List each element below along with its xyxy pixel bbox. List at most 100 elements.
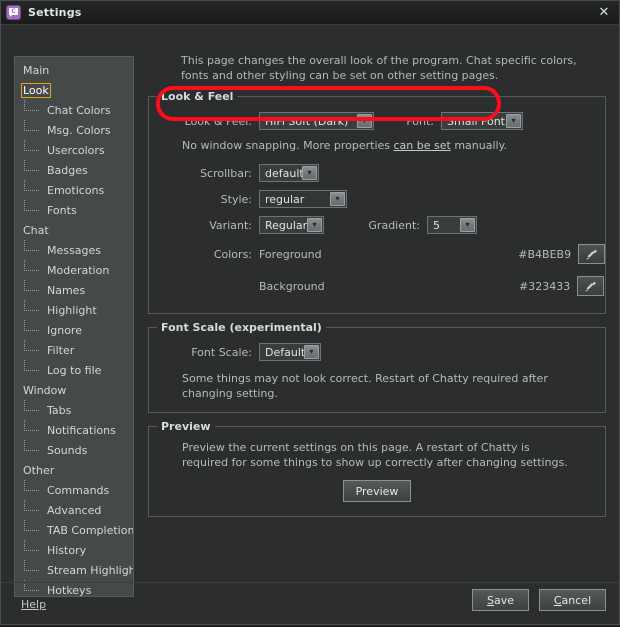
- sidebar-item-label: Usercolors: [47, 143, 105, 157]
- preview-note: Preview the current settings on this pag…: [182, 441, 568, 469]
- group-title-look-and-feel: Look & Feel: [157, 90, 238, 103]
- sidebar-item-label: Names: [47, 283, 86, 297]
- sidebar-item-label: Chat: [23, 223, 49, 237]
- save-label-rest: ave: [493, 593, 514, 607]
- eyedropper-icon: [585, 281, 597, 291]
- chevron-down-icon: ▾: [307, 218, 322, 232]
- snapping-note-prefix: No window snapping. More properties: [182, 138, 394, 152]
- font-select[interactable]: Small Font ▾: [441, 112, 523, 130]
- sidebar-item-label: Main: [23, 63, 50, 77]
- sidebar-item-label: Advanced: [47, 503, 102, 517]
- background-color-picker-button[interactable]: [577, 276, 605, 296]
- sidebar-item-stream-highlights[interactable]: Stream Highlights: [15, 559, 133, 580]
- chatty-logo-letter: C: [11, 8, 16, 15]
- sidebar-item-commands[interactable]: Commands: [15, 479, 133, 500]
- settings-page-look: This page changes the overall look of th…: [148, 53, 606, 530]
- sidebar-item-usercolors[interactable]: Usercolors: [15, 139, 133, 160]
- sidebar-item-highlight[interactable]: Highlight: [15, 299, 133, 320]
- group-title-font-scale: Font Scale (experimental): [157, 321, 326, 334]
- cancel-button[interactable]: Cancel: [539, 589, 606, 611]
- save-button[interactable]: Save: [472, 589, 529, 611]
- tree-connector-icon: [22, 539, 45, 557]
- sidebar-item-tabs[interactable]: Tabs: [15, 399, 133, 420]
- sidebar-item-fonts[interactable]: Fonts: [15, 199, 133, 220]
- sidebar-item-main[interactable]: Main: [15, 60, 133, 80]
- group-preview: Preview Preview the current settings on …: [148, 420, 606, 517]
- cancel-label-rest: ancel: [561, 593, 592, 607]
- tree-connector-icon: [22, 419, 45, 437]
- sidebar-item-window[interactable]: Window: [15, 380, 133, 400]
- style-value: regular: [265, 192, 305, 206]
- sidebar-item-filter[interactable]: Filter: [15, 339, 133, 360]
- sidebar-item-label: Fonts: [47, 203, 77, 217]
- sidebar-item-label: Chat Colors: [47, 103, 111, 117]
- chevron-down-icon: ▾: [357, 114, 372, 128]
- group-look-and-feel: Look & Feel Look & Feel: HiFi Soft (Dark…: [148, 90, 606, 314]
- chatty-logo-icon: C: [6, 5, 21, 20]
- page-description: This page changes the overall look of th…: [181, 54, 577, 82]
- sidebar-item-look[interactable]: Look: [15, 80, 133, 100]
- sidebar-item-emoticons[interactable]: Emoticons: [15, 179, 133, 200]
- eyedropper-icon: [586, 249, 598, 259]
- sidebar-item-chat-colors[interactable]: Chat Colors: [15, 99, 133, 120]
- tree-connector-icon: [22, 259, 45, 277]
- look-and-feel-select[interactable]: HiFi Soft (Dark) ▾: [259, 112, 374, 130]
- close-icon[interactable]: ✕: [589, 1, 619, 24]
- sidebar-item-label: Tabs: [47, 403, 72, 417]
- sidebar-item-tab-completion[interactable]: TAB Completion: [15, 519, 133, 540]
- font-scale-select[interactable]: Default ▾: [259, 343, 321, 361]
- sidebar-item-ignore[interactable]: Ignore: [15, 319, 133, 340]
- tree-connector-icon: [22, 279, 45, 297]
- sidebar-item-label: Filter: [47, 343, 75, 357]
- sidebar-item-notifications[interactable]: Notifications: [15, 419, 133, 440]
- sidebar-item-advanced[interactable]: Advanced: [15, 499, 133, 520]
- tree-connector-icon: [22, 339, 45, 357]
- scrollbar-label: Scrollbar:: [200, 166, 252, 180]
- can-be-set-link[interactable]: can be set: [394, 139, 451, 152]
- sidebar-item-msg-colors[interactable]: Msg. Colors: [15, 119, 133, 140]
- style-select[interactable]: regular ▾: [259, 190, 347, 208]
- sidebar-item-badges[interactable]: Badges: [15, 159, 133, 180]
- window-title: Settings: [28, 6, 82, 19]
- colors-label: Colors:: [213, 247, 252, 261]
- sidebar-item-label: Messages: [47, 243, 101, 257]
- variant-label: Variant:: [209, 218, 252, 232]
- help-link[interactable]: Help: [21, 598, 46, 611]
- settings-tree[interactable]: Main Look Chat Colors Msg. Colors Usercolors…: [14, 56, 134, 597]
- sidebar-item-history[interactable]: History: [15, 539, 133, 560]
- gradient-select[interactable]: 5 ▾: [427, 216, 477, 234]
- style-label: Style:: [220, 192, 252, 206]
- chevron-down-icon: ▾: [302, 166, 317, 180]
- scrollbar-select[interactable]: default ▾: [259, 164, 319, 182]
- gradient-value: 5: [433, 218, 440, 232]
- sidebar-item-label: Look: [21, 82, 51, 98]
- sidebar-item-moderation[interactable]: Moderation: [15, 259, 133, 280]
- variant-select[interactable]: Regular ▾: [259, 216, 324, 234]
- sidebar-item-chat[interactable]: Chat: [15, 220, 133, 240]
- sidebar-item-other[interactable]: Other: [15, 460, 133, 480]
- footer-bar: Help Save Cancel: [1, 582, 619, 627]
- cancel-mnemonic: C: [553, 593, 562, 607]
- look-and-feel-value: HiFi Soft (Dark): [265, 114, 349, 128]
- sidebar-item-sounds[interactable]: Sounds: [15, 439, 133, 460]
- sidebar-item-log-to-file[interactable]: Log to file: [15, 359, 133, 380]
- preview-button[interactable]: Preview: [342, 480, 412, 502]
- tree-connector-icon: [22, 479, 45, 497]
- look-and-feel-label: Look & Feel:: [184, 114, 252, 128]
- foreground-color-picker-button[interactable]: [578, 244, 605, 264]
- tree-connector-icon: [22, 399, 45, 417]
- tree-connector-icon: [22, 359, 45, 377]
- chevron-down-icon: ▾: [330, 192, 345, 206]
- tree-connector-icon: [22, 139, 45, 157]
- settings-window: C Settings ✕ Main Look Chat Colors Msg. Col…: [0, 0, 620, 625]
- sidebar-item-messages[interactable]: Messages: [15, 239, 133, 260]
- sidebar-item-label: Sounds: [47, 443, 88, 457]
- sidebar-item-label: Other: [23, 463, 55, 477]
- tree-connector-icon: [22, 199, 45, 217]
- sidebar-item-label: Ignore: [47, 323, 82, 337]
- sidebar-item-names[interactable]: Names: [15, 279, 133, 300]
- tree-connector-icon: [22, 239, 45, 257]
- sidebar-item-label: Window: [23, 383, 67, 397]
- background-hex-value: #323433: [519, 279, 571, 293]
- title-bar: C Settings ✕: [1, 1, 619, 25]
